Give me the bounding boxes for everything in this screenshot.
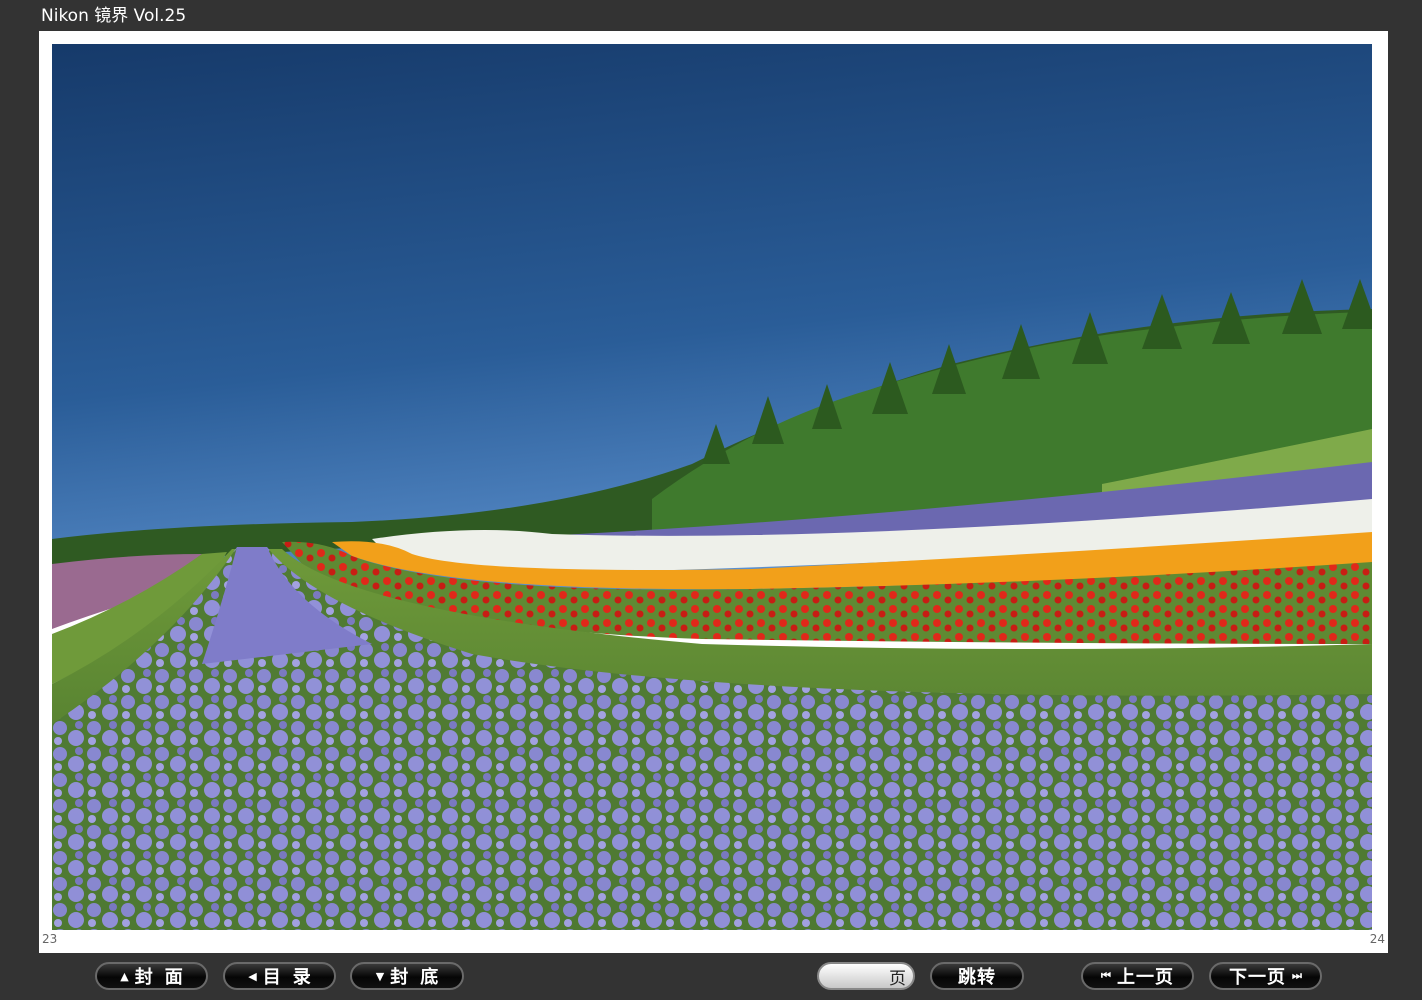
flipbook-viewer: Nikon 镜界 Vol.25 23 24 ▲ 封面 ◀ 目录 ▼ 封底 页 跳…	[0, 0, 1422, 1000]
left-page-number: 23	[42, 932, 58, 946]
jump-button[interactable]: 跳转	[930, 962, 1024, 990]
page-suffix-label: 页	[889, 968, 906, 989]
right-page-number: 24	[1369, 932, 1385, 946]
triangle-left-icon: ◀	[248, 969, 257, 983]
page-number-field[interactable]: 页	[817, 962, 915, 990]
skip-back-icon: ⏮	[1101, 969, 1111, 982]
triangle-down-icon: ▼	[375, 969, 385, 983]
back-cover-button[interactable]: ▼ 封底	[350, 962, 464, 990]
toc-button[interactable]: ◀ 目录	[223, 962, 336, 990]
page-spread[interactable]: 23 24	[39, 31, 1388, 953]
navigation-toolbar: ▲ 封面 ◀ 目录 ▼ 封底 页 跳转 ⏮ 上一页 下一页 ⏭	[0, 960, 1422, 994]
landscape-photo	[52, 44, 1372, 930]
window-title: Nikon 镜界 Vol.25	[41, 6, 187, 26]
cover-button[interactable]: ▲ 封面	[95, 962, 208, 990]
triangle-up-icon: ▲	[120, 969, 129, 983]
previous-page-button[interactable]: ⏮ 上一页	[1081, 962, 1194, 990]
next-page-button[interactable]: 下一页 ⏭	[1209, 962, 1322, 990]
page-number-input[interactable]	[827, 964, 885, 988]
skip-forward-icon: ⏭	[1292, 969, 1302, 982]
